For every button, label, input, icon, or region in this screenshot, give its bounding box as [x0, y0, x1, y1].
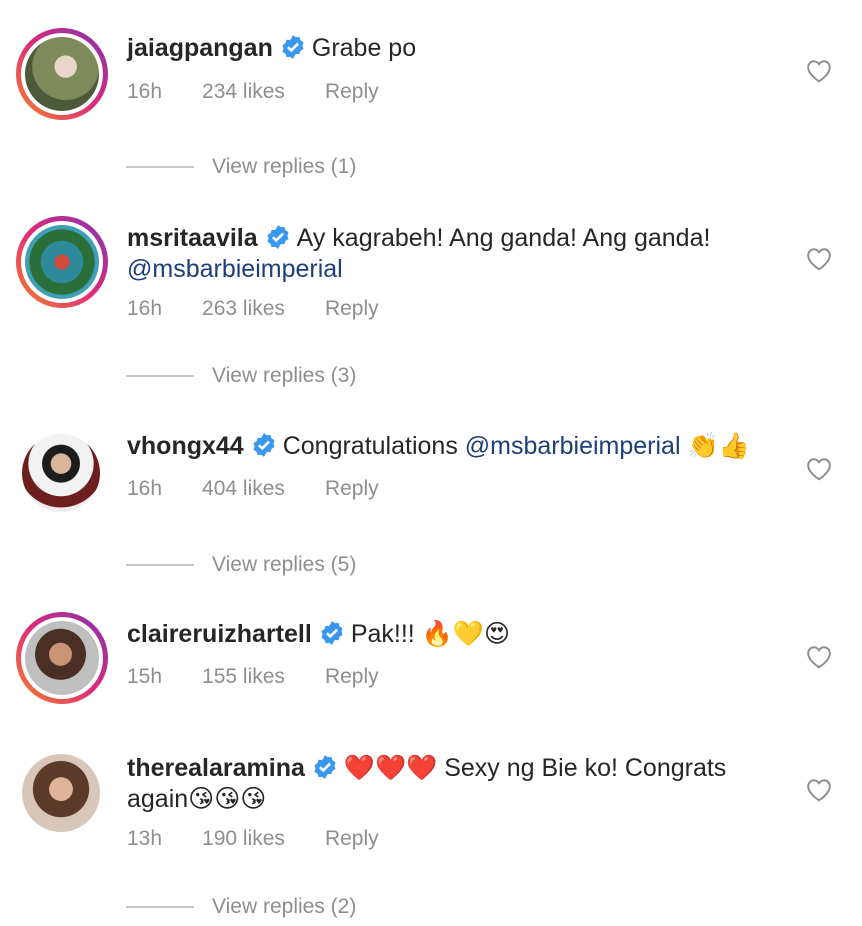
timestamp: 15h: [127, 665, 163, 688]
heart-outline-icon[interactable]: [806, 247, 832, 271]
verified-badge-icon: [314, 755, 336, 779]
emoji-text: 🔥💛😍: [421, 619, 511, 648]
comment-meta: 16h 263 likes Reply: [127, 297, 379, 321]
heart-outline-icon[interactable]: [806, 778, 832, 802]
comment-text-line: claireruizhartell Pak!!! 🔥💛😍: [127, 618, 510, 650]
username[interactable]: therealaramina: [127, 754, 305, 782]
comment-text-line: therealaramina ❤️❤️❤️ Sexy ng Bie ko! Con…: [127, 752, 726, 784]
timestamp: 16h: [127, 477, 163, 500]
comment-text-line: vhongx44 Congratulations @msbarbieimperia…: [127, 430, 750, 462]
reply-button[interactable]: Reply: [325, 827, 379, 851]
comments-page: jaiagpangan Grabe po 16h 234 likes Reply Vi…: [0, 0, 862, 926]
avatar[interactable]: [22, 754, 100, 832]
avatar[interactable]: [22, 434, 100, 512]
emoji-text: 😘😘😘: [188, 784, 267, 813]
reply-button[interactable]: Reply: [325, 665, 379, 689]
avatar[interactable]: [16, 28, 108, 120]
view-replies-button[interactable]: View replies (3): [126, 364, 356, 388]
divider: [126, 906, 194, 909]
timestamp: 13h: [127, 827, 163, 850]
timestamp: 16h: [127, 297, 163, 320]
divider: [126, 166, 194, 169]
divider: [126, 564, 194, 567]
divider: [126, 375, 194, 378]
likes-count[interactable]: 263 likes: [202, 297, 285, 321]
comment-text-line: msritaavila Ay kagrabeh! Ang ganda! Ang g…: [127, 222, 710, 254]
view-replies-button[interactable]: View replies (5): [126, 553, 356, 577]
heart-outline-icon[interactable]: [806, 645, 832, 669]
likes-count[interactable]: 155 likes: [202, 665, 285, 689]
comment-meta: 16h 234 likes Reply: [127, 80, 379, 104]
comment-text: Pak!!!: [350, 620, 415, 648]
mention-link[interactable]: @msbarbieimperial: [127, 255, 343, 283]
reply-button[interactable]: Reply: [325, 477, 379, 501]
likes-count[interactable]: 234 likes: [202, 80, 285, 104]
avatar[interactable]: [16, 216, 108, 308]
view-replies-button[interactable]: View replies (1): [126, 155, 356, 179]
view-replies-button[interactable]: View replies (2): [126, 895, 356, 919]
username[interactable]: claireruizhartell: [127, 620, 312, 648]
comment-text-line-2: again😘😘😘: [127, 783, 266, 815]
verified-badge-icon: [267, 225, 289, 249]
view-replies-label: View replies (5): [212, 553, 357, 576]
comment-text: Grabe po: [311, 34, 417, 62]
verified-badge-icon: [282, 35, 304, 59]
comment-meta: 15h 155 likes Reply: [127, 665, 379, 689]
emoji-hearts: ❤️❤️❤️: [343, 753, 438, 782]
username[interactable]: msritaavila: [127, 224, 258, 252]
comment-text: Ay kagrabeh! Ang ganda! Ang ganda!: [296, 224, 711, 252]
mention-link[interactable]: @msbarbieimperial: [465, 432, 681, 460]
reply-button[interactable]: Reply: [325, 297, 379, 321]
likes-count[interactable]: 404 likes: [202, 477, 285, 501]
comment-text: Congratulations: [282, 432, 458, 460]
heart-outline-icon[interactable]: [806, 457, 832, 481]
verified-badge-icon: [253, 433, 275, 457]
view-replies-label: View replies (2): [212, 895, 357, 918]
reply-button[interactable]: Reply: [325, 80, 379, 104]
avatar[interactable]: [16, 612, 108, 704]
comment-text-line: jaiagpangan Grabe po: [127, 32, 416, 64]
comment-meta: 13h 190 likes Reply: [127, 827, 379, 851]
comment-text-line-2: @msbarbieimperial: [127, 253, 343, 285]
verified-badge-icon: [321, 621, 343, 645]
view-replies-label: View replies (1): [212, 155, 357, 178]
timestamp: 16h: [127, 80, 163, 103]
emoji-text: 👏👍: [687, 431, 750, 460]
username[interactable]: vhongx44: [127, 432, 244, 460]
comment-text-continued: again: [127, 785, 189, 813]
comment-meta: 16h 404 likes Reply: [127, 477, 379, 501]
likes-count[interactable]: 190 likes: [202, 827, 285, 851]
comment-text: Sexy ng Bie ko! Congrats: [444, 754, 727, 782]
view-replies-label: View replies (3): [212, 364, 357, 387]
heart-outline-icon[interactable]: [806, 59, 832, 83]
username[interactable]: jaiagpangan: [127, 34, 273, 62]
